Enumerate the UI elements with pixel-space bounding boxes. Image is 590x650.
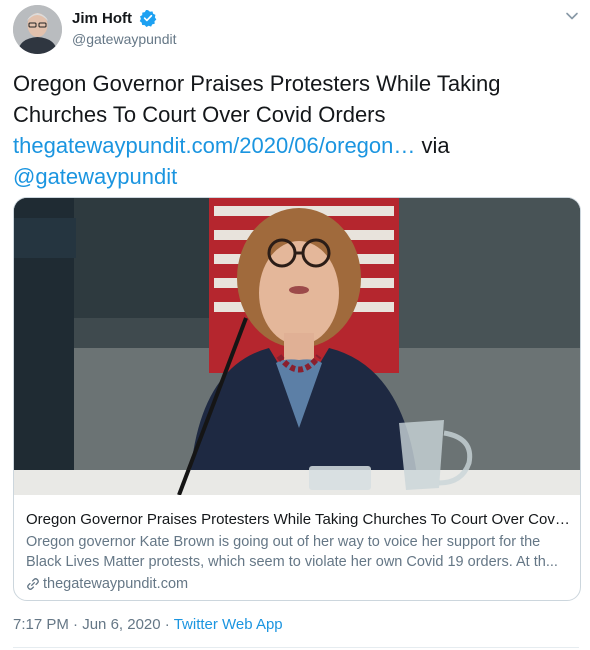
- tweet-date[interactable]: Jun 6, 2020: [82, 616, 160, 633]
- user-handle[interactable]: @gatewaypundit: [72, 31, 177, 47]
- tweet-link[interactable]: thegatewaypundit.com/2020/06/oregon…: [13, 133, 415, 158]
- tweet-meta: 7:17 PM · Jun 6, 2020 · Twitter Web App: [13, 616, 283, 633]
- chevron-down-icon[interactable]: [565, 9, 579, 23]
- card-description: Oregon governor Kate Brown is going out …: [26, 534, 558, 570]
- divider: [13, 647, 579, 648]
- display-name[interactable]: Jim Hoft: [72, 10, 132, 27]
- card-image[interactable]: [14, 198, 580, 495]
- verified-badge-icon: [140, 10, 157, 27]
- tweet-header: Jim Hoft @gatewaypundit: [13, 5, 583, 55]
- tweet-time[interactable]: 7:17 PM: [13, 616, 69, 633]
- link-icon: [27, 578, 39, 590]
- tweet-source-link[interactable]: Twitter Web App: [174, 616, 283, 633]
- tweet-body: Oregon Governor Praises Protesters While…: [13, 71, 501, 127]
- meta-separator: ·: [73, 616, 79, 633]
- link-preview-card[interactable]: Oregon Governor Praises Protesters While…: [13, 197, 581, 601]
- tweet-text: Oregon Governor Praises Protesters While…: [13, 68, 573, 192]
- card-domain-text: thegatewaypundit.com: [43, 576, 189, 592]
- mention-link[interactable]: @gatewaypundit: [13, 164, 177, 189]
- card-domain: thegatewaypundit.com: [26, 576, 571, 592]
- avatar[interactable]: [13, 5, 62, 54]
- card-title[interactable]: Oregon Governor Praises Protesters While…: [26, 510, 571, 530]
- meta-separator: ·: [164, 616, 170, 633]
- card-body[interactable]: Oregon Governor Praises Protesters While…: [26, 510, 571, 592]
- via-text: via: [421, 133, 450, 158]
